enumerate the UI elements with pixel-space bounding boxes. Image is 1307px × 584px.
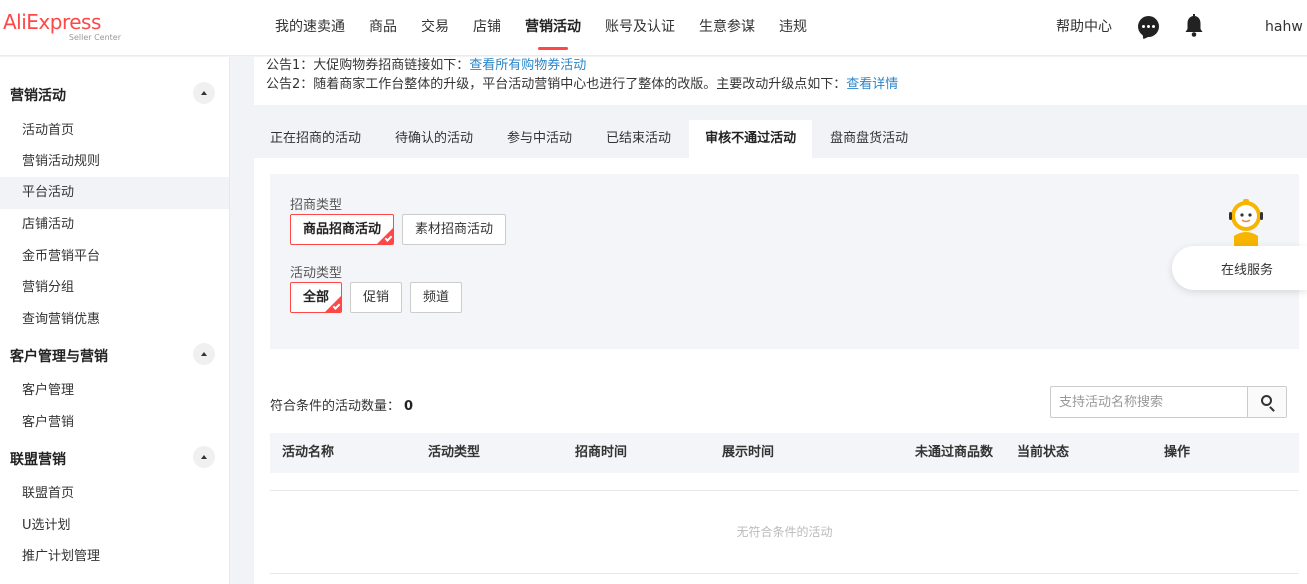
robot-mascot-icon[interactable]: [1224, 198, 1268, 248]
chip-product-recruit[interactable]: 商品招商活动: [290, 214, 394, 245]
announcement-box: 公告1：大促购物券招商链接如下：查看所有购物券活动 公告2：随着商家工作台整体的…: [254, 57, 1307, 105]
activity-type-label: 活动类型: [290, 266, 343, 281]
sidebar: 营销活动 活动首页 营销活动规则 平台活动 店铺活动 金币营销平台 营销分组 查…: [0, 57, 230, 584]
announcement-link[interactable]: 查看详情: [846, 77, 898, 92]
col-rejected-count: 未通过商品数: [915, 445, 994, 460]
sidebar-item-marketing-rules[interactable]: 营销活动规则: [0, 146, 229, 178]
nav-my-aliexpress[interactable]: 我的速卖通: [263, 0, 357, 56]
sidebar-item-customer-management[interactable]: 客户管理: [0, 375, 229, 407]
col-status: 当前状态: [1017, 445, 1070, 460]
top-header: AliExpress Seller Center 我的速卖通 商品 交易 店铺 …: [0, 0, 1307, 56]
chip-all[interactable]: 全部: [290, 282, 342, 313]
search-icon: [1261, 395, 1272, 406]
sidebar-group-title: 联盟营销: [10, 452, 66, 468]
empty-state: 无符合条件的活动: [736, 525, 833, 539]
chip-label: 素材招商活动: [415, 222, 494, 237]
nav-marketing[interactable]: 营销活动: [513, 0, 593, 56]
col-display-time: 展示时间: [722, 445, 775, 460]
sidebar-item-promotion-plans[interactable]: 推广计划管理: [0, 541, 229, 573]
sidebar-group-title: 营销活动: [10, 88, 66, 104]
col-activity-type: 活动类型: [428, 445, 481, 460]
chip-label: 频道: [423, 290, 450, 305]
tab-ended[interactable]: 已结束活动: [590, 120, 688, 158]
chip-label: 促销: [363, 290, 390, 305]
sidebar-group-title: 客户管理与营销: [10, 349, 108, 365]
logo-subtitle: Seller Center: [68, 33, 121, 42]
sidebar-item-activity-home[interactable]: 活动首页: [0, 115, 229, 147]
sidebar-item-marketing-groups[interactable]: 营销分组: [0, 272, 229, 304]
nav-account[interactable]: 账号及认证: [593, 0, 687, 56]
chip-label: 全部: [303, 290, 330, 305]
col-recruit-time: 招商时间: [575, 445, 628, 460]
aliexpress-logo[interactable]: AliExpress Seller Center: [3, 10, 125, 44]
announcement-1: 公告1：大促购物券招商链接如下：查看所有购物券活动: [266, 57, 1295, 76]
nav-store[interactable]: 店铺: [461, 0, 513, 56]
divider: [270, 490, 1299, 491]
col-activity-name: 活动名称: [282, 445, 335, 460]
main-nav: 我的速卖通 商品 交易 店铺 营销活动 账号及认证 生意参谋 违规: [263, 0, 819, 56]
result-count-label: 符合条件的活动数量：: [270, 399, 401, 414]
announcement-text: 公告2：随着商家工作台整体的升级，平台活动营销中心也进行了整体的改版。主要改动升…: [266, 77, 847, 92]
activity-tabs: 正在招商的活动 待确认的活动 参与中活动 已结束活动 审核不通过活动 盘商盘货活…: [254, 120, 926, 158]
chip-material-recruit[interactable]: 素材招商活动: [402, 214, 506, 245]
sidebar-item-platform-activities[interactable]: 平台活动: [0, 177, 229, 209]
announcement-text: 公告1：大促购物券招商链接如下：: [266, 58, 470, 73]
nav-violations[interactable]: 违规: [767, 0, 819, 56]
chip-promotion[interactable]: 促销: [350, 282, 402, 313]
result-count-value: 0: [404, 399, 414, 414]
sidebar-group-marketing[interactable]: 营销活动: [0, 79, 229, 109]
nav-products[interactable]: 商品: [357, 0, 409, 56]
sidebar-item-customer-marketing[interactable]: 客户营销: [0, 407, 229, 439]
sidebar-group-customers[interactable]: 客户管理与营销: [0, 340, 229, 370]
divider: [270, 573, 1299, 574]
chip-channel[interactable]: 频道: [410, 282, 462, 313]
collapse-icon[interactable]: [193, 343, 215, 365]
chip-label: 商品招商活动: [303, 222, 382, 237]
tab-rejected[interactable]: 审核不通过活动: [689, 120, 813, 158]
sidebar-group-affiliate[interactable]: 联盟营销: [0, 443, 229, 473]
logo-brand: AliExpress: [3, 10, 101, 34]
tab-pending-confirm[interactable]: 待确认的活动: [379, 120, 490, 158]
online-service-widget[interactable]: 在线服务: [1172, 246, 1307, 290]
sidebar-item-query-discounts[interactable]: 查询营销优惠: [0, 304, 229, 336]
chat-icon[interactable]: [1138, 16, 1159, 37]
tab-recruiting[interactable]: 正在招商的活动: [254, 120, 378, 158]
search-button[interactable]: [1247, 387, 1286, 417]
bell-icon[interactable]: [1183, 14, 1205, 38]
activity-search: [1050, 386, 1287, 418]
nav-orders[interactable]: 交易: [409, 0, 461, 56]
table-header: 活动名称 活动类型 招商时间 展示时间 未通过商品数 当前状态 操作: [270, 433, 1299, 473]
result-count: 符合条件的活动数量： 0: [270, 395, 413, 414]
col-actions: 操作: [1164, 445, 1191, 460]
sidebar-item-store-activities[interactable]: 店铺活动: [0, 209, 229, 241]
user-name[interactable]: hahw: [1265, 0, 1303, 54]
collapse-icon[interactable]: [193, 82, 215, 104]
sidebar-item-coin-marketing[interactable]: 金币营销平台: [0, 241, 229, 273]
sidebar-item-u-plan[interactable]: U选计划: [0, 510, 229, 542]
help-center-link[interactable]: 帮助中心: [1056, 0, 1112, 54]
announcement-2: 公告2：随着商家工作台整体的升级，平台活动营销中心也进行了整体的改版。主要改动升…: [266, 76, 1295, 95]
main-panel: 正在招商的活动 待确认的活动 参与中活动 已结束活动 审核不通过活动 盘商盘货活…: [254, 120, 1307, 584]
nav-business-advisor[interactable]: 生意参谋: [687, 0, 767, 56]
search-input[interactable]: [1051, 387, 1248, 417]
announcement-link[interactable]: 查看所有购物券活动: [469, 58, 586, 73]
tab-participating[interactable]: 参与中活动: [491, 120, 589, 158]
tab-inventory[interactable]: 盘商盘货活动: [814, 120, 925, 158]
check-icon: [332, 302, 341, 310]
online-service-label: 在线服务: [1221, 263, 1274, 278]
collapse-icon[interactable]: [193, 446, 215, 468]
check-icon: [384, 234, 393, 242]
recruit-type-label: 招商类型: [290, 198, 343, 213]
filter-panel: 招商类型 商品招商活动 素材招商活动 活动类型 全部 促销 频道: [270, 174, 1299, 349]
sidebar-item-affiliate-home[interactable]: 联盟首页: [0, 478, 229, 510]
